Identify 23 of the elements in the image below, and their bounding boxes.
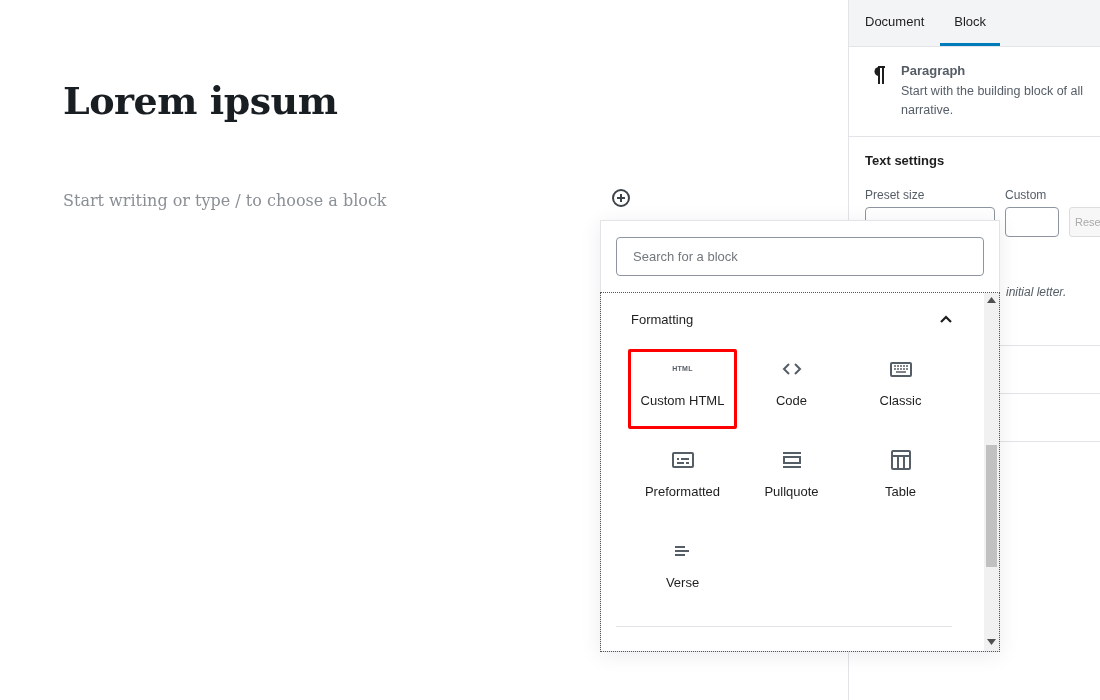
post-title[interactable]: Lorem ipsum bbox=[63, 78, 848, 123]
block-item[interactable]: Classic bbox=[846, 349, 955, 429]
block-item[interactable]: Pullquote bbox=[737, 440, 846, 520]
block-name: Paragraph bbox=[901, 63, 967, 78]
sidebar-tab[interactable]: Block bbox=[940, 0, 1001, 46]
block-item[interactable]: Preformatted bbox=[628, 440, 737, 520]
sidebar-tab[interactable]: Document bbox=[853, 0, 937, 46]
scroll-up-icon[interactable] bbox=[987, 297, 996, 303]
block-item[interactable]: Verse bbox=[628, 531, 737, 611]
search-field[interactable]: Search for a block bbox=[616, 237, 984, 276]
custom-size-field[interactable] bbox=[1005, 207, 1059, 237]
block-item[interactable]: Table bbox=[846, 440, 955, 520]
block-description: Start with the building block of all narrative. bbox=[901, 83, 1085, 119]
field-label: Custom bbox=[1005, 188, 1048, 202]
panel-title: Text settings bbox=[865, 153, 946, 168]
table-icon bbox=[888, 448, 913, 472]
help-text: initial letter. bbox=[1006, 285, 1068, 299]
category-toggle[interactable]: Formatting bbox=[616, 293, 969, 345]
add-block-icon[interactable] bbox=[611, 188, 631, 208]
scrollbar[interactable] bbox=[984, 293, 999, 651]
block-item[interactable]: Code bbox=[737, 349, 846, 429]
scroll-down-icon[interactable] bbox=[987, 639, 996, 645]
field-label: Preset size bbox=[865, 188, 926, 202]
